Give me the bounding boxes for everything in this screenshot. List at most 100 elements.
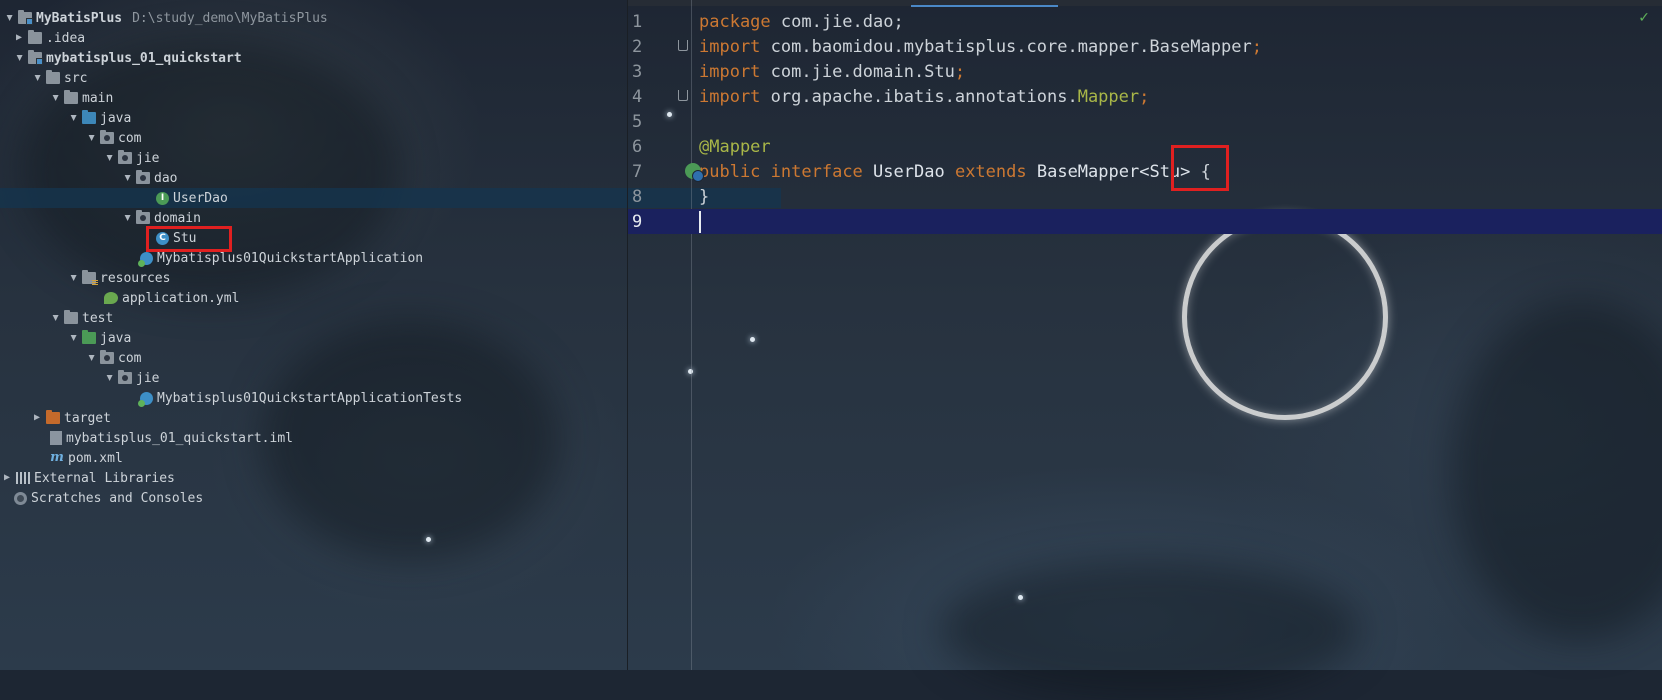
tree-item-application-yml[interactable]: application.yml	[0, 288, 729, 308]
chevron-down-icon[interactable]: ▶	[48, 311, 62, 325]
package-icon	[136, 210, 150, 224]
excluded-folder-icon	[46, 410, 60, 424]
code-line[interactable]: 3 import com.jie.domain.Stu;	[628, 59, 1662, 84]
file-icon	[50, 431, 62, 445]
chevron-down-icon[interactable]: ▶	[102, 371, 116, 385]
scratches-icon	[14, 491, 27, 505]
chevron-down-icon[interactable]: ▶	[48, 91, 62, 105]
current-code-line[interactable]: 9	[628, 209, 1662, 234]
fold-marker-icon[interactable]	[678, 90, 688, 101]
tree-item-label: UserDao	[173, 190, 228, 206]
chevron-down-icon[interactable]: ▶	[120, 211, 134, 225]
tree-item-test-com[interactable]: ▶ com	[0, 348, 711, 368]
line-number: 1	[632, 11, 643, 32]
code-text: }	[699, 186, 710, 207]
fold-marker-icon[interactable]	[678, 40, 688, 51]
code-text: public interface UserDao extends BaseMap…	[699, 161, 1211, 182]
tree-item-iml[interactable]: mybatisplus_01_quickstart.iml	[0, 428, 675, 448]
tree-item-label: Scratches and Consoles	[31, 490, 204, 506]
code-text: import com.baomidou.mybatisplus.core.map…	[699, 36, 1262, 57]
resources-folder-icon	[82, 270, 98, 285]
package-icon	[100, 350, 114, 364]
gutter	[664, 34, 699, 59]
tree-item-src[interactable]: ▶ src	[0, 68, 657, 88]
tree-item-label: target	[64, 410, 111, 426]
line-number: 6	[632, 136, 643, 157]
interface-icon: I	[156, 191, 169, 205]
gutter	[664, 109, 699, 134]
chevron-down-icon[interactable]: ▶	[84, 351, 98, 365]
tree-item-label: Mybatisplus01QuickstartApplicationTests	[157, 390, 463, 406]
tree-root[interactable]: ▶ MyBatisPlus D:\study_demo\MyBatisPlus	[0, 8, 629, 28]
gutter	[664, 159, 704, 184]
tree-item-pom[interactable]: m pom.xml	[0, 448, 675, 468]
tree-item-label: dao	[154, 170, 178, 186]
tree-item-java[interactable]: ▶ java	[0, 108, 693, 128]
package-icon	[118, 370, 132, 384]
chevron-right-icon[interactable]: ▶	[30, 411, 44, 425]
project-tool-window: ▶ MyBatisPlus D:\study_demo\MyBatisPlus …	[0, 0, 781, 670]
tree-item-label: test	[82, 310, 114, 326]
tree-item-idea[interactable]: ▶ .idea	[0, 28, 639, 48]
folder-icon	[28, 30, 42, 44]
code-line[interactable]: 8 }	[628, 184, 1662, 209]
tree-item-test[interactable]: ▶ test	[0, 308, 675, 328]
tree-item-resources[interactable]: ▶ resources	[0, 268, 693, 288]
chevron-down-icon[interactable]: ▶	[102, 151, 116, 165]
tree-item-test-jie[interactable]: ▶ jie	[0, 368, 729, 388]
package-icon	[118, 150, 132, 164]
chevron-down-icon[interactable]: ▶	[120, 171, 134, 185]
tree-item-target[interactable]: ▶ target	[0, 408, 657, 428]
module-folder-icon	[18, 10, 33, 25]
spring-boot-class-icon	[138, 251, 153, 267]
yaml-file-icon	[104, 292, 118, 304]
tree-item-label: MyBatisPlus	[36, 10, 123, 26]
tree-item-com[interactable]: ▶ com	[0, 128, 711, 148]
folder-icon	[46, 70, 60, 84]
package-icon	[100, 130, 114, 144]
active-tab-indicator	[911, 5, 1058, 7]
code-line[interactable]: 1 package com.jie.dao;	[628, 9, 1662, 34]
chevron-right-icon[interactable]: ▶	[12, 31, 26, 45]
code-editor[interactable]: ✓ 1 package com.jie.dao; 2 import com.ba…	[628, 0, 1662, 670]
code-text: import com.jie.domain.Stu;	[699, 61, 966, 82]
tree-item-scratches[interactable]: Scratches and Consoles	[0, 488, 639, 508]
gutter	[664, 59, 699, 84]
code-text: @Mapper	[699, 136, 771, 157]
tree-item-label: jie	[136, 150, 160, 166]
code-text: import org.apache.ibatis.annotations.Map…	[699, 86, 1150, 107]
tree-item-label: mybatisplus_01_quickstart.iml	[66, 430, 293, 446]
code-line[interactable]: 2 import com.baomidou.mybatisplus.core.m…	[628, 34, 1662, 59]
line-number: 5	[632, 111, 643, 132]
spring-boot-class-icon	[138, 391, 153, 407]
code-line[interactable]: 4 import org.apache.ibatis.annotations.M…	[628, 84, 1662, 109]
tree-item-label: domain	[154, 210, 201, 226]
tree-item-label: resources	[100, 270, 171, 286]
tree-item-test-java[interactable]: ▶ java	[0, 328, 693, 348]
line-number: 2	[632, 36, 643, 57]
text-caret	[699, 210, 701, 233]
tree-item-label: application.yml	[122, 290, 240, 306]
gutter	[664, 184, 699, 209]
gutter	[664, 134, 699, 159]
tree-item-module[interactable]: ▶ mybatisplus_01_quickstart	[0, 48, 639, 68]
line-number: 7	[632, 161, 643, 182]
chevron-right-icon[interactable]: ▶	[0, 471, 14, 485]
chevron-down-icon[interactable]: ▶	[12, 51, 26, 65]
mapper-bean-icon[interactable]	[685, 163, 704, 182]
chevron-down-icon[interactable]: ▶	[84, 131, 98, 145]
chevron-down-icon[interactable]: ▶	[2, 11, 16, 25]
chevron-down-icon[interactable]: ▶	[66, 111, 80, 125]
tree-item-jie[interactable]: ▶ jie	[0, 148, 729, 168]
tree-item-main[interactable]: ▶ main	[0, 88, 675, 108]
editor-tab-strip[interactable]	[628, 0, 1662, 6]
package-icon	[136, 170, 150, 184]
gutter	[664, 84, 699, 109]
chevron-down-icon[interactable]: ▶	[30, 71, 44, 85]
code-line[interactable]: 5	[628, 109, 1662, 134]
chevron-down-icon[interactable]: ▶	[66, 331, 80, 345]
code-line[interactable]: 7 public interface UserDao extends BaseM…	[628, 159, 1662, 184]
tree-item-external-libraries[interactable]: ▶ External Libraries	[0, 468, 627, 488]
chevron-down-icon[interactable]: ▶	[66, 271, 80, 285]
code-line[interactable]: 6 @Mapper	[628, 134, 1662, 159]
